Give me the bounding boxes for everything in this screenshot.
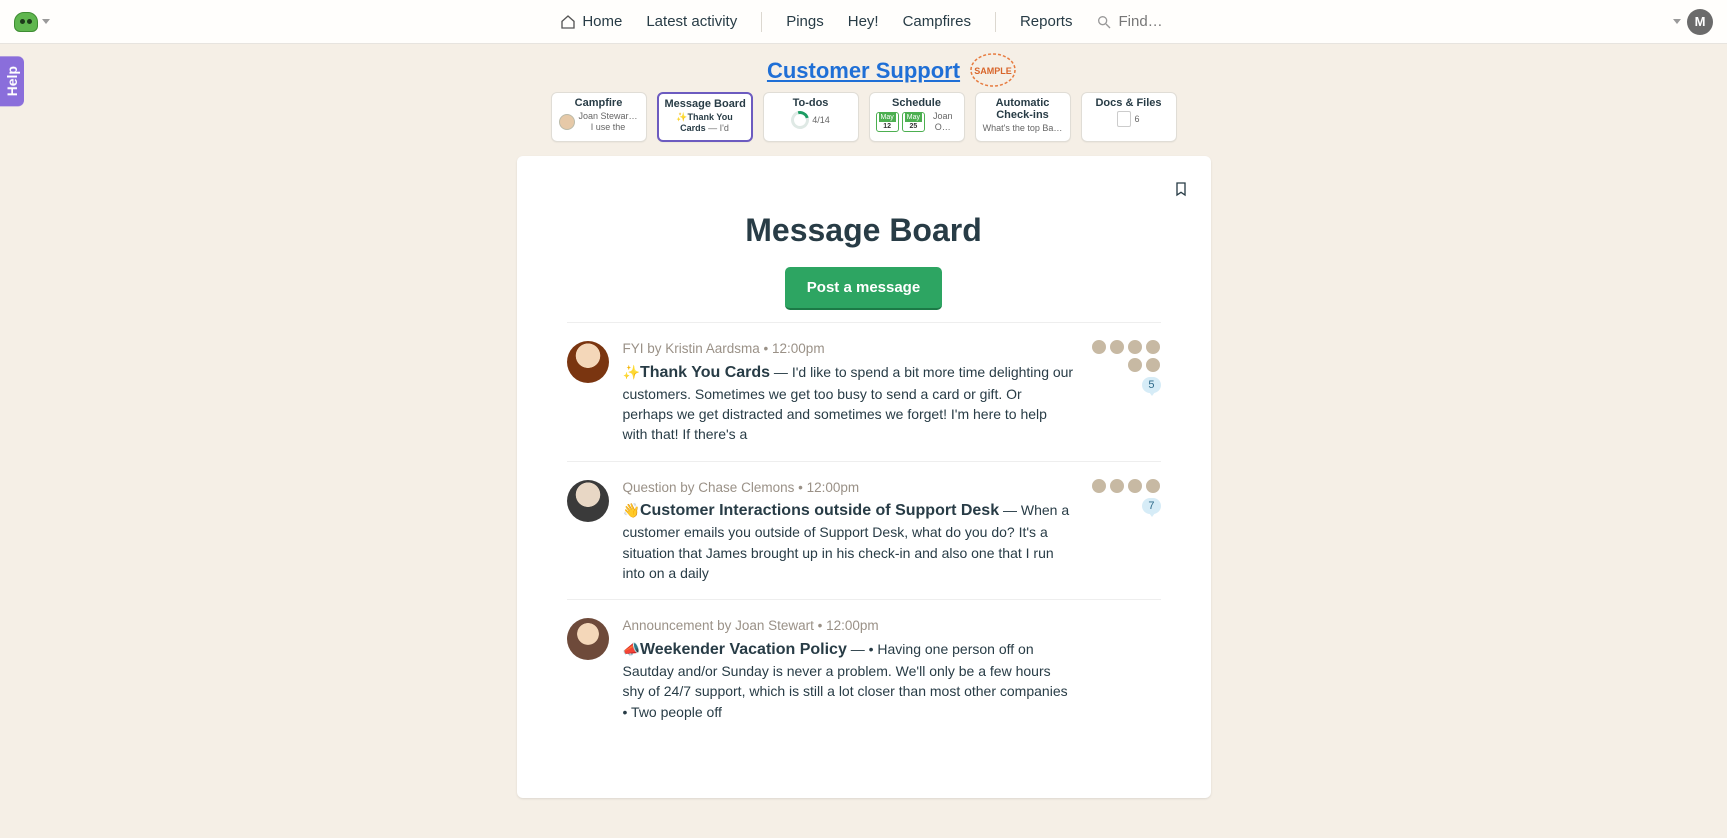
participant-avatars — [1089, 339, 1161, 373]
tab-campfire[interactable]: Campfire Joan Stewar…I use the — [551, 92, 647, 142]
message-participants — [1089, 616, 1161, 722]
message-body: FYI by Kristin Aardsma • 12:00pm✨Thank Y… — [623, 339, 1075, 445]
tab-sub: Joan Stewar…I use the — [578, 111, 637, 133]
divider — [995, 12, 996, 32]
message-meta: FYI by Kristin Aardsma • 12:00pm — [623, 339, 1075, 359]
tab-todos[interactable]: To-dos 4/14 — [763, 92, 859, 142]
message-participants: 7 — [1089, 478, 1161, 584]
participant-avatar-icon — [1145, 357, 1161, 373]
message-title: Thank You Cards — [640, 364, 770, 381]
avatar-icon — [559, 114, 575, 130]
reply-count-badge: 7 — [1142, 498, 1160, 514]
project-header: Customer Support SAMPLE — [0, 44, 1727, 92]
main-card: Message Board Post a message FYI by Kris… — [517, 156, 1211, 798]
tab-title: Automatic Check-ins — [982, 97, 1064, 121]
message-title: Weekender Vacation Policy — [640, 641, 847, 658]
nav-pings[interactable]: Pings — [786, 13, 824, 30]
participant-avatar-icon — [1109, 339, 1125, 355]
message-meta: Announcement by Joan Stewart • 12:00pm — [623, 616, 1075, 636]
tab-sub: Joan O… — [928, 111, 958, 133]
message-item[interactable]: Question by Chase Clemons • 12:00pm👋Cust… — [567, 462, 1161, 601]
project-name-link[interactable]: Customer Support — [767, 58, 960, 84]
calendar-icon: May25 — [902, 112, 925, 132]
message-meta: Question by Chase Clemons • 12:00pm — [623, 478, 1075, 498]
nav-find[interactable]: Find… — [1096, 13, 1162, 30]
user-menu-caret-icon[interactable] — [1673, 19, 1681, 24]
tab-title: To-dos — [770, 97, 852, 109]
account-menu-caret-icon[interactable] — [42, 19, 50, 24]
bookmark-icon[interactable] — [1173, 180, 1189, 198]
sample-badge-icon: SAMPLE — [968, 50, 1018, 95]
message-line: 📣Weekender Vacation Policy — • Having on… — [623, 638, 1075, 722]
file-icon — [1117, 111, 1131, 127]
message-emoji-icon: ✨ — [623, 364, 640, 380]
tab-sub: ✨Thank You Cards — I'd — [665, 112, 745, 134]
nav-find-label: Find… — [1118, 13, 1162, 30]
top-nav: Home Latest activity Pings Hey! Campfire… — [0, 0, 1727, 44]
message-body: Question by Chase Clemons • 12:00pm👋Cust… — [623, 478, 1075, 584]
message-item[interactable]: FYI by Kristin Aardsma • 12:00pm✨Thank Y… — [567, 323, 1161, 462]
participant-avatar-icon — [1127, 357, 1143, 373]
home-icon — [560, 14, 576, 30]
search-icon — [1096, 14, 1112, 30]
progress-donut-icon — [788, 108, 813, 133]
tab-title: Message Board — [665, 98, 745, 110]
tab-title: Schedule — [876, 97, 958, 109]
participant-avatars — [1089, 478, 1161, 494]
tab-checkins[interactable]: Automatic Check-ins What's the top Ba… — [975, 92, 1071, 142]
nav-reports[interactable]: Reports — [1020, 13, 1073, 30]
author-avatar — [567, 480, 609, 522]
nav-latest[interactable]: Latest activity — [646, 13, 737, 30]
tab-sub: 4/14 — [812, 115, 830, 126]
tab-message-board[interactable]: Message Board ✨Thank You Cards — I'd — [657, 92, 753, 142]
svg-text:SAMPLE: SAMPLE — [974, 66, 1012, 76]
message-body: Announcement by Joan Stewart • 12:00pm📣W… — [623, 616, 1075, 722]
page-title: Message Board — [567, 212, 1161, 249]
tab-sub: 6 — [1134, 114, 1139, 125]
message-title: Customer Interactions outside of Support… — [640, 502, 999, 519]
user-avatar[interactable]: M — [1687, 9, 1713, 35]
participant-avatar-icon — [1145, 339, 1161, 355]
message-list: FYI by Kristin Aardsma • 12:00pm✨Thank Y… — [567, 322, 1161, 738]
tab-schedule[interactable]: Schedule May12 May25 Joan O… — [869, 92, 965, 142]
author-avatar — [567, 618, 609, 660]
nav-hey[interactable]: Hey! — [848, 13, 879, 30]
participant-avatar-icon — [1145, 478, 1161, 494]
message-item[interactable]: Announcement by Joan Stewart • 12:00pm📣W… — [567, 600, 1161, 738]
participant-avatar-icon — [1127, 478, 1143, 494]
tab-title: Docs & Files — [1088, 97, 1170, 109]
participant-avatar-icon — [1091, 339, 1107, 355]
message-line: 👋Customer Interactions outside of Suppor… — [623, 499, 1075, 583]
message-emoji-icon: 📣 — [623, 641, 640, 657]
reply-count-badge: 5 — [1142, 377, 1160, 393]
message-line: ✨Thank You Cards — I'd like to spend a b… — [623, 361, 1075, 445]
nav-campfires[interactable]: Campfires — [903, 13, 971, 30]
tab-sub: What's the top Ba… — [982, 123, 1064, 134]
logo-icon[interactable] — [14, 12, 38, 32]
author-avatar — [567, 341, 609, 383]
divider — [761, 12, 762, 32]
calendar-icon: May12 — [876, 112, 899, 132]
participant-avatar-icon — [1091, 478, 1107, 494]
message-emoji-icon: 👋 — [623, 502, 640, 518]
participant-avatar-icon — [1127, 339, 1143, 355]
tab-docs[interactable]: Docs & Files 6 — [1081, 92, 1177, 142]
nav-home-label: Home — [582, 13, 622, 30]
message-participants: 5 — [1089, 339, 1161, 445]
post-message-button[interactable]: Post a message — [785, 267, 942, 310]
participant-avatar-icon — [1109, 478, 1125, 494]
tool-tabs: Campfire Joan Stewar…I use the Message B… — [0, 92, 1727, 156]
tab-title: Campfire — [558, 97, 640, 109]
nav-home[interactable]: Home — [560, 13, 622, 30]
